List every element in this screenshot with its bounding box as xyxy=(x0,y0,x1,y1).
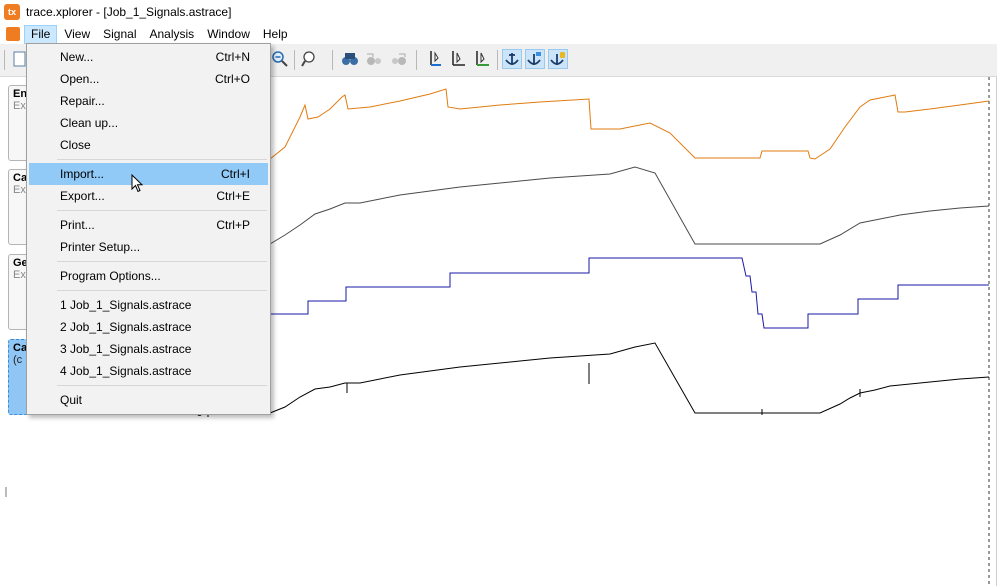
menu-item-new[interactable]: New... Ctrl+N xyxy=(29,46,268,68)
shortcut-label: Ctrl+E xyxy=(216,189,250,203)
menu-item-recent-file[interactable]: 1 Job_1_Signals.astrace xyxy=(29,294,268,316)
zoom-out-icon[interactable] xyxy=(270,49,290,69)
menu-item-print[interactable]: Print... Ctrl+P xyxy=(29,214,268,236)
toolbar-separator xyxy=(332,50,333,70)
menu-item-import[interactable]: Import... Ctrl+I xyxy=(29,163,268,185)
menu-item-printer-setup[interactable]: Printer Setup... xyxy=(29,236,268,258)
menu-separator xyxy=(57,261,267,262)
trace-event-ticks xyxy=(346,363,861,415)
signal-trace-black[interactable] xyxy=(269,342,990,414)
menu-item-label: New... xyxy=(60,50,94,64)
menu-item-label: Clean up... xyxy=(60,116,119,130)
shortcut-label: Ctrl+P xyxy=(216,218,250,232)
menu-signal[interactable]: Signal xyxy=(97,25,142,44)
menu-file[interactable]: File xyxy=(24,24,58,44)
shortcut-label: Ctrl+N xyxy=(215,50,250,64)
find-icon[interactable] xyxy=(340,49,360,69)
menu-item-export[interactable]: Export... Ctrl+E xyxy=(29,185,268,207)
menu-item-label: 4 Job_1_Signals.astrace xyxy=(60,364,192,378)
anchor-lock-icon[interactable] xyxy=(548,49,568,69)
anchor-icon[interactable] xyxy=(502,49,522,69)
menu-item-label: Printer Setup... xyxy=(60,240,141,254)
menu-item-close[interactable]: Close xyxy=(29,134,268,156)
menu-item-label: Print... xyxy=(60,218,95,232)
menu-separator xyxy=(57,385,267,386)
menu-item-label: Close xyxy=(60,138,91,152)
toolbar-separator xyxy=(294,50,295,70)
menu-item-cleanup[interactable]: Clean up... xyxy=(29,112,268,134)
menu-item-label: Program Options... xyxy=(60,269,161,283)
file-menu-dropdown: New... Ctrl+N Open... Ctrl+O Repair... C… xyxy=(26,43,271,415)
shortcut-label: Ctrl+I xyxy=(220,167,250,181)
menu-view[interactable]: View xyxy=(58,25,96,44)
cursor-left-icon[interactable] xyxy=(425,49,445,69)
signal-trace-blue[interactable] xyxy=(270,257,989,329)
menu-window[interactable]: Window xyxy=(201,25,256,44)
toolbar-separator xyxy=(416,50,417,70)
cursor-measure-icon[interactable] xyxy=(449,49,469,69)
menu-separator xyxy=(57,210,267,211)
menu-item-label: 1 Job_1_Signals.astrace xyxy=(60,298,192,312)
zoom-fit-icon[interactable] xyxy=(300,49,320,69)
window-title: trace.xplorer - [Job_1_Signals.astrace] xyxy=(26,5,232,19)
anchor-flag-icon[interactable] xyxy=(525,49,545,69)
menu-help[interactable]: Help xyxy=(257,25,294,44)
menu-item-label: Export... xyxy=(60,189,105,203)
find-next-icon xyxy=(388,49,408,69)
menu-item-recent-file[interactable]: 4 Job_1_Signals.astrace xyxy=(29,360,268,382)
menu-separator xyxy=(57,290,267,291)
menu-analysis[interactable]: Analysis xyxy=(144,25,201,44)
menu-item-open[interactable]: Open... Ctrl+O xyxy=(29,68,268,90)
menu-item-recent-file[interactable]: 3 Job_1_Signals.astrace xyxy=(29,338,268,360)
menu-item-label: Repair... xyxy=(60,94,105,108)
document-icon[interactable] xyxy=(6,27,20,41)
toolbar-separator xyxy=(497,50,498,70)
title-bar: tx trace.xplorer - [Job_1_Signals.astrac… xyxy=(0,0,997,24)
menu-item-repair[interactable]: Repair... xyxy=(29,90,268,112)
toolbar-separator xyxy=(4,50,5,70)
menu-item-label: 2 Job_1_Signals.astrace xyxy=(60,320,192,334)
menu-item-label: Import... xyxy=(60,167,105,181)
app-logo-icon: tx xyxy=(4,4,20,20)
cursor-range-icon[interactable] xyxy=(473,49,493,69)
menu-item-label: Quit xyxy=(60,393,83,407)
menu-item-label: Open... xyxy=(60,72,100,86)
signal-trace-gray[interactable] xyxy=(269,166,990,245)
menu-separator xyxy=(57,159,267,160)
menu-item-recent-file[interactable]: 2 Job_1_Signals.astrace xyxy=(29,316,268,338)
shortcut-label: Ctrl+O xyxy=(214,72,250,86)
menu-bar: File View Signal Analysis Window Help xyxy=(0,24,997,44)
mouse-pointer-icon xyxy=(131,174,144,193)
find-previous-icon xyxy=(364,49,384,69)
menu-item-quit[interactable]: Quit xyxy=(29,389,268,411)
menu-item-program-options[interactable]: Program Options... xyxy=(29,265,268,287)
signal-trace-orange[interactable] xyxy=(269,88,990,160)
menu-item-label: 3 Job_1_Signals.astrace xyxy=(60,342,192,356)
